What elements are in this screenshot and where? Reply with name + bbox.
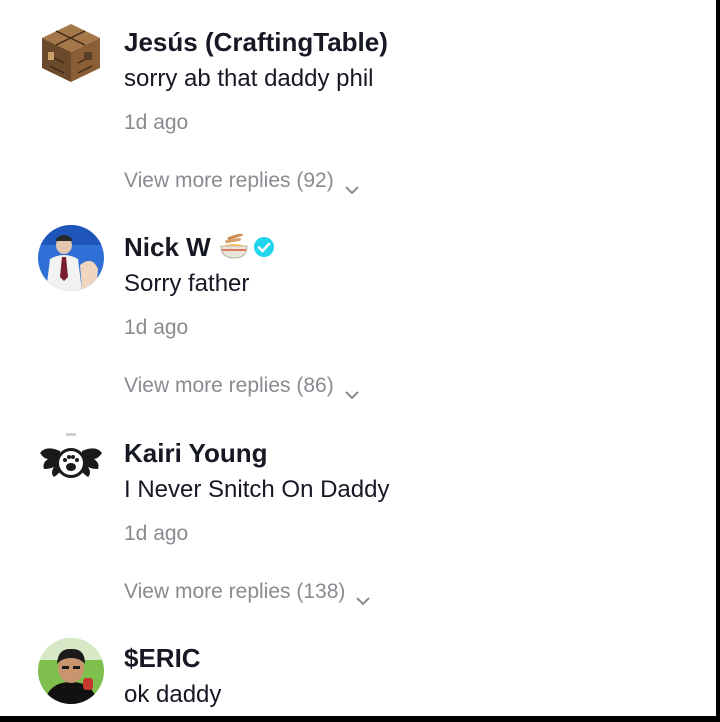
comment-text: Sorry father [124, 270, 250, 297]
view-more-replies-label[interactable]: View more replies (138) [124, 579, 345, 605]
comment-content: Nick W Sorry father 1d ago View more rep… [124, 231, 716, 400]
verified-check-icon [253, 236, 275, 258]
username-text[interactable]: Nick W [124, 231, 211, 263]
comment-content: $ERIC ok daddy [124, 642, 716, 710]
view-more-replies-button[interactable]: View more replies (92) [124, 168, 360, 195]
view-more-replies-label[interactable]: View more replies (86) [124, 373, 334, 399]
comment-text: sorry ab that daddy phil [124, 65, 374, 92]
comment-username[interactable]: Jesús (CraftingTable) [124, 26, 716, 58]
comment-timestamp: 1d ago [124, 522, 189, 545]
username-text[interactable]: $ERIC [124, 642, 201, 674]
chevron-down-icon[interactable] [344, 381, 360, 400]
comment-content: Jesús (CraftingTable) sorry ab that dadd… [124, 26, 716, 195]
username-text[interactable]: Kairi Young [124, 437, 268, 469]
chevron-down-icon[interactable] [344, 176, 360, 195]
person-photo-avatar[interactable] [38, 225, 104, 291]
comment-timestamp: 1d ago [124, 316, 189, 339]
comment-text: I Never Snitch On Daddy [124, 476, 390, 503]
comment-username[interactable]: Nick W [124, 231, 716, 263]
username-text[interactable]: Jesús (CraftingTable) [124, 26, 388, 58]
noodle-bowl-emoji [219, 234, 249, 260]
comments-panel: Jesús (CraftingTable) sorry ab that dadd… [0, 0, 716, 716]
person-photo-avatar[interactable] [38, 638, 104, 704]
view-more-replies-button[interactable]: View more replies (86) [124, 373, 360, 400]
crafting-table-avatar[interactable] [40, 22, 102, 84]
chevron-down-icon[interactable] [355, 587, 371, 606]
view-more-replies-button[interactable]: View more replies (138) [124, 579, 371, 606]
comment-username[interactable]: $ERIC [124, 642, 716, 674]
view-more-replies-label[interactable]: View more replies (92) [124, 168, 334, 194]
comment-timestamp: 1d ago [124, 111, 189, 134]
comment-text: ok daddy [124, 681, 222, 708]
comment-username[interactable]: Kairi Young [124, 437, 716, 469]
winged-paw-logo-avatar[interactable] [38, 429, 104, 495]
comment-content: Kairi Young I Never Snitch On Daddy 1d a… [124, 437, 716, 606]
